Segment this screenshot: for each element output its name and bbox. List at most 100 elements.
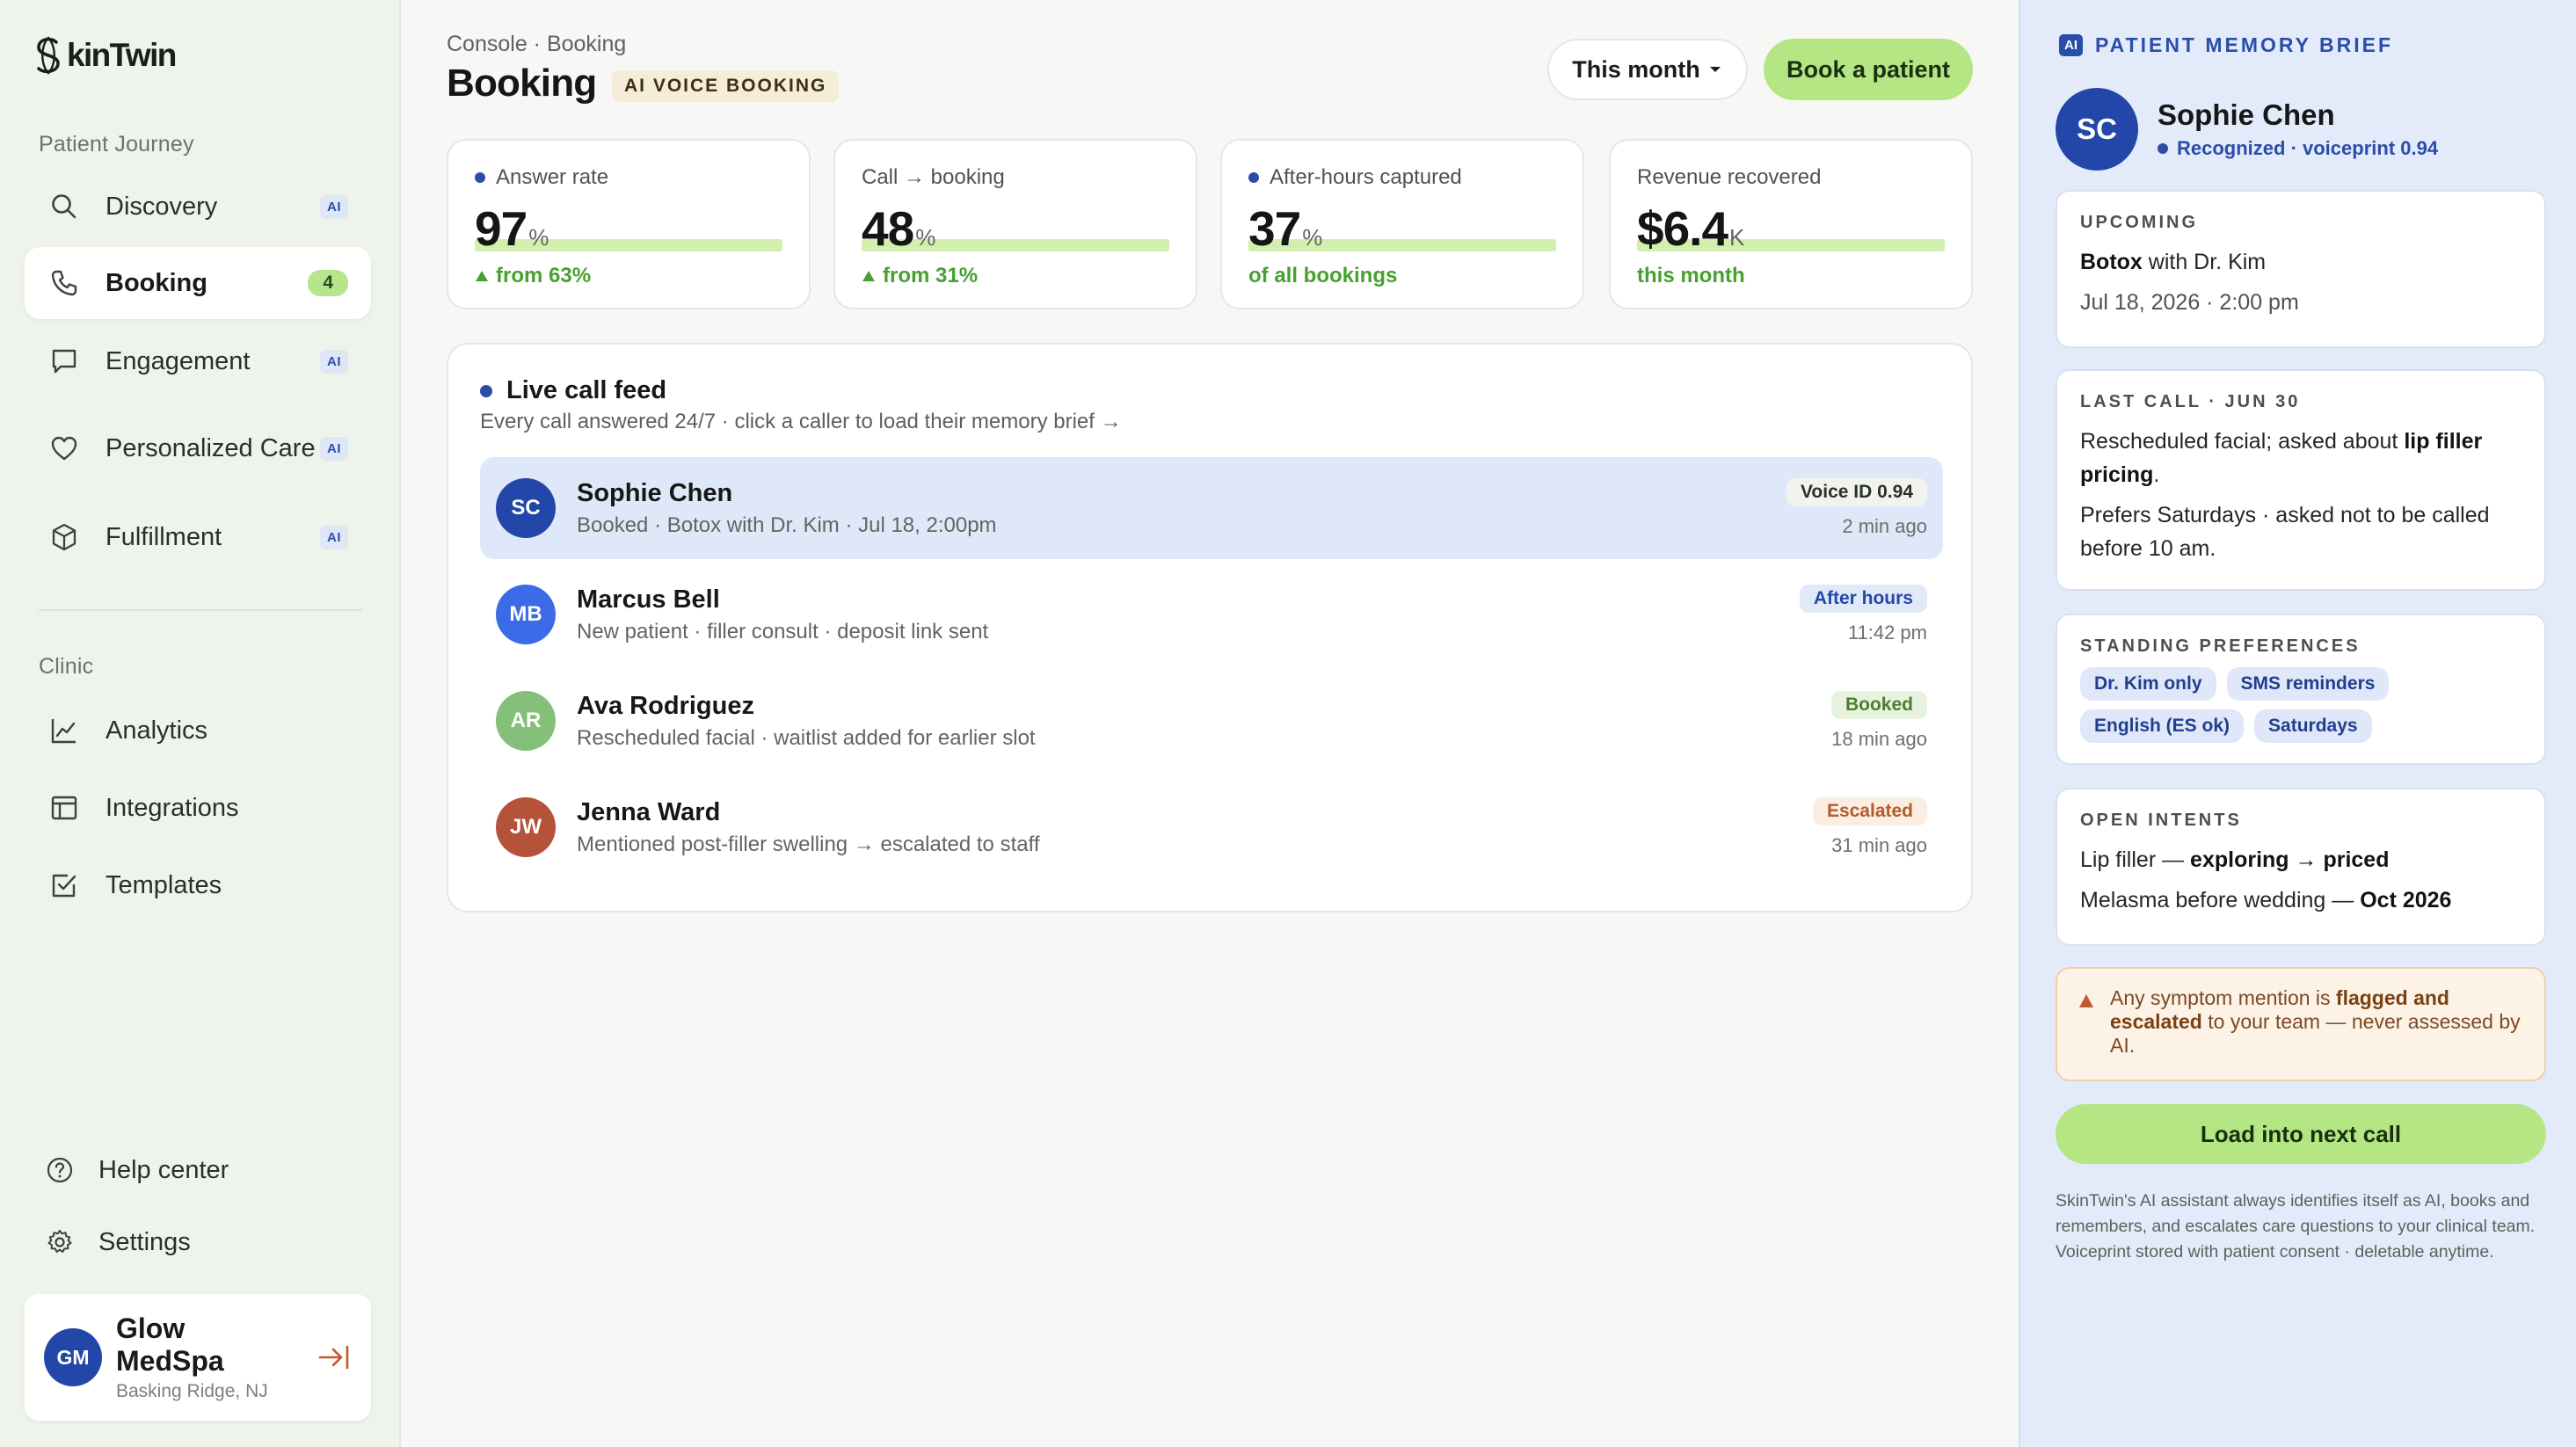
call-row[interactable]: SC Sophie Chen Booked · Botox with Dr. K… <box>480 457 1943 559</box>
booking-count-badge: 4 <box>308 270 348 296</box>
feed-subtitle: Every call answered 24/7 · click a calle… <box>480 410 1122 433</box>
kpi-label-text: Revenue recovered <box>1637 165 1822 189</box>
last-call-note: Prefers Saturdays · asked not to be call… <box>2080 503 2490 561</box>
kpi-label-text: Call → booking <box>862 165 1005 189</box>
section-title-clinic: Clinic <box>39 654 94 679</box>
caller-avatar: SC <box>496 478 556 538</box>
call-text: Ava Rodriguez Rescheduled facial · waitl… <box>577 692 1831 751</box>
card-label: OPEN INTENTS <box>2080 811 2242 830</box>
patient-header: SC Sophie Chen Recognized · voiceprint 0… <box>2056 88 2438 171</box>
clinic-switcher[interactable]: GM Glow MedSpa Basking Ridge, NJ <box>25 1294 371 1421</box>
open-intents-card: OPEN INTENTS Lip filler — exploring → pr… <box>2056 788 2546 946</box>
call-text: Sophie Chen Booked · Botox with Dr. Kim … <box>577 479 1786 538</box>
clinic-name: Glow MedSpa <box>116 1312 224 1377</box>
ai-voice-booking-tag: AI VOICE BOOKING <box>612 70 840 102</box>
intent-item: Lip filler — exploring → priced <box>2080 843 2521 876</box>
section-title-patient-journey: Patient Journey <box>39 132 194 156</box>
patient-avatar: SC <box>2056 88 2138 171</box>
patient-status-text: Recognized · voiceprint 0.94 <box>2177 137 2439 159</box>
preference-chip: English (ES ok) <box>2080 709 2245 743</box>
breadcrumb[interactable]: Console · Booking <box>447 32 626 57</box>
preference-chips: Dr. Kim only SMS reminders English (ES o… <box>2080 667 2467 743</box>
period-select-label: This month <box>1572 55 1700 83</box>
patient-status: Recognized · voiceprint 0.94 <box>2158 137 2438 160</box>
warning-text-start: Any symptom mention is <box>2110 986 2336 1009</box>
sidebar-item-discovery[interactable]: Discovery AI <box>25 171 371 243</box>
sidebar-item-booking[interactable]: Booking 4 <box>25 247 371 319</box>
checkbox-icon <box>52 874 76 898</box>
sidebar-item-templates[interactable]: Templates <box>25 849 371 921</box>
kpi-card-answer-rate: Answer rate 97 % from 63% <box>447 139 811 309</box>
kpi-dot <box>1248 172 1259 183</box>
kpi-dot <box>475 172 485 183</box>
gear-icon <box>47 1230 72 1253</box>
kpi-number: 37 <box>1248 201 1301 256</box>
intent-stage: exploring → priced <box>2190 847 2390 872</box>
brand-name: kinTwin <box>67 37 177 73</box>
call-row[interactable]: MB Marcus Bell New patient · filler cons… <box>480 564 1943 665</box>
brief-header: AI PATIENT MEMORY BRIEF <box>2059 33 2393 57</box>
call-time: 2 min ago <box>1842 515 1927 537</box>
ai-badge: AI <box>2059 34 2083 56</box>
card-label: STANDING PREFERENCES <box>2080 636 2361 656</box>
sidebar-item-label: Fulfillment <box>106 523 222 551</box>
intent-item: Melasma before wedding — Oct 2026 <box>2080 883 2521 917</box>
upcoming-service: Botox <box>2080 250 2143 274</box>
call-row[interactable]: AR Ava Rodriguez Rescheduled facial · wa… <box>480 670 1943 772</box>
sidebar-item-label: Personalized Care <box>106 434 316 462</box>
line-chart-icon <box>51 719 76 744</box>
sidebar-item-label: Engagement <box>106 347 251 375</box>
sidebar-item-integrations[interactable]: Integrations <box>25 772 371 844</box>
search-icon <box>52 194 76 219</box>
sidebar-item-label: Discovery <box>106 193 218 221</box>
kpi-label-text: Answer rate <box>496 165 609 189</box>
book-patient-button[interactable]: Book a patient <box>1764 39 1973 100</box>
sidebar-item-help-center[interactable]: Help center <box>46 1155 229 1185</box>
caller-name: Sophie Chen <box>577 478 733 507</box>
kpi-unit: K <box>1729 224 1745 251</box>
call-row[interactable]: JW Jenna Ward Mentioned post-filler swel… <box>480 776 1943 878</box>
sidebar-item-label: Analytics <box>106 716 208 745</box>
clinic-info: Glow MedSpa Basking Ridge, NJ <box>116 1312 292 1402</box>
call-detail: Rescheduled facial · waitlist added for … <box>577 725 1036 750</box>
ai-badge: AI <box>320 525 348 549</box>
chat-bubble-icon <box>52 349 76 374</box>
upcoming-provider: with Dr. Kim <box>2142 250 2267 274</box>
sidebar-divider <box>39 609 362 611</box>
box-icon <box>52 523 76 551</box>
sidebar-item-analytics[interactable]: Analytics <box>25 694 371 767</box>
upcoming-card: UPCOMING Botox with Dr. Kim Jul 18, 2026… <box>2056 190 2546 348</box>
sidebar-item-engagement[interactable]: Engagement AI <box>25 325 371 397</box>
kpi-number: 48 <box>862 201 914 256</box>
kpi-unit: % <box>915 224 936 251</box>
kpi-label: After-hours captured <box>1248 165 1556 190</box>
caller-avatar: AR <box>496 691 556 751</box>
load-into-next-call-button[interactable]: Load into next call <box>2056 1104 2546 1164</box>
call-status-badge: Booked <box>1830 691 1927 719</box>
call-time: 31 min ago <box>1831 834 1927 856</box>
sidebar-item-label: Templates <box>106 871 222 899</box>
preference-chip: Saturdays <box>2254 709 2372 743</box>
kpi-unit: % <box>1302 224 1323 251</box>
brand-logo[interactable]: kinTwin <box>32 35 177 76</box>
card-label: UPCOMING <box>2080 213 2198 232</box>
collapse-sidebar-icon[interactable] <box>317 1340 352 1375</box>
call-detail: Mentioned post-filler swelling → escalat… <box>577 832 1040 856</box>
brief-title: PATIENT MEMORY BRIEF <box>2095 33 2393 56</box>
sidebar-item-settings[interactable]: Settings <box>46 1227 191 1257</box>
preferences-card: STANDING PREFERENCES Dr. Kim only SMS re… <box>2056 614 2546 765</box>
live-dot <box>480 384 492 397</box>
call-status-badge: Escalated <box>1812 797 1927 825</box>
clinic-location: Basking Ridge, NJ <box>116 1381 268 1401</box>
call-meta: After hours 11:42 pm <box>1799 585 1927 644</box>
call-meta: Voice ID 0.94 2 min ago <box>1786 478 1927 538</box>
kpi-delta-text: from 63% <box>496 264 592 287</box>
call-meta: Booked 18 min ago <box>1830 691 1927 751</box>
period-select[interactable]: This month <box>1547 39 1748 100</box>
preference-chip: Dr. Kim only <box>2080 667 2216 701</box>
sidebar-item-personalized-care[interactable]: Personalized Care AI <box>25 404 371 492</box>
kpi-label-text: After-hours captured <box>1270 165 1462 189</box>
sidebar-item-fulfillment[interactable]: Fulfillment AI <box>25 501 371 573</box>
sidebar-item-label: Integrations <box>106 794 239 822</box>
arrow-up-icon <box>862 271 875 281</box>
